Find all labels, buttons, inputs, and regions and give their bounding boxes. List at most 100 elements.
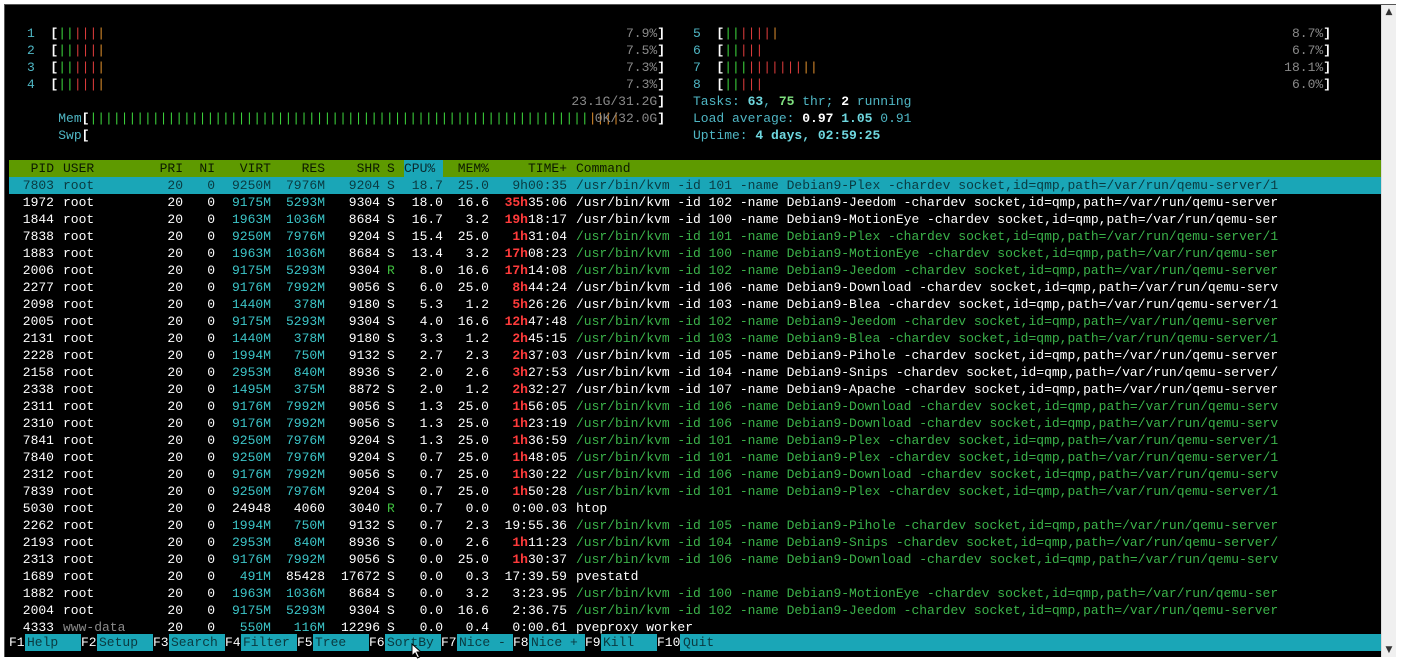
process-row[interactable]: 1689 root 20 0 491M 85428 17672 S 0.0 0.3 17:39.59… [9, 568, 1390, 585]
cell-pri: 20 [167, 348, 183, 363]
fkey-label-setup[interactable]: Setup [99, 634, 138, 651]
cell-time: 9h00:35 [512, 178, 567, 193]
cell-pri: 20 [167, 195, 183, 210]
process-row[interactable]: 1972 root 20 0 9175M 5293M 9304 S 18.0 16.6 35h35:… [9, 194, 1390, 211]
cell-mem: 1.2 [465, 297, 489, 312]
cell-res: 378M [293, 331, 325, 346]
process-row[interactable]: 2006 root 20 0 9175M 5293M 9304 R 8.0 16.6 17h14:0… [9, 262, 1390, 279]
process-row[interactable]: 2193 root 20 0 2953M 840M 8936 S 0.0 2.6 1h11:23/u… [9, 534, 1390, 551]
cell-s: S [387, 280, 395, 295]
process-row[interactable]: 2277 root 20 0 9176M 7992M 9056 S 6.0 25.0 8h44:24… [9, 279, 1390, 296]
cell-virt: 9176M [231, 399, 271, 414]
cell-pri: 20 [167, 246, 183, 261]
fkey-label-nice[interactable]: Nice - [459, 634, 506, 651]
fkey-f10[interactable]: F10 [657, 634, 681, 651]
process-row[interactable]: 1844 root 20 0 1963M 1036M 8684 S 16.7 3.2 19h18:1… [9, 211, 1390, 228]
fkey-f1[interactable]: F1 [9, 634, 25, 651]
cell-mem: 25.0 [457, 280, 489, 295]
process-row[interactable]: 2004 root 20 0 9175M 5293M 9304 S 0.0 16.6 2:36.75… [9, 602, 1390, 619]
cell-mem: 16.6 [457, 195, 489, 210]
col-cpu-sorted[interactable]: CPU% [404, 160, 443, 177]
fkey-f4[interactable]: F4 [225, 634, 241, 651]
htop-terminal[interactable]: 1 [|||||| 7.9%] 2 [|||||| 7.5%] 3 [|||||| 7.3… [4, 4, 1396, 657]
cell-shr: 9180 [348, 331, 380, 346]
process-row[interactable]: 5030 root 20 0 24948 4060 3040 R 0.7 0.0 0:00.03 ht… [9, 500, 1390, 517]
fkey-f3[interactable]: F3 [153, 634, 169, 651]
process-row[interactable]: 7839 root 20 0 9250M 7976M 9204 S 0.7 25.0 1h50:28… [9, 483, 1390, 500]
col-mem[interactable]: MEM% [449, 160, 489, 177]
cell-pri: 20 [167, 314, 183, 329]
col-pri[interactable]: PRI [147, 160, 183, 177]
fkey-label-nice[interactable]: Nice + [531, 634, 578, 651]
fkey-f5[interactable]: F5 [297, 634, 313, 651]
fkey-f8[interactable]: F8 [513, 634, 529, 651]
process-row[interactable]: 7838 root 20 0 9250M 7976M 9204 S 15.4 25.0 1h31:0… [9, 228, 1390, 245]
fkey-label-search[interactable]: Search [171, 634, 218, 651]
cell-pid: 1882 [22, 586, 54, 601]
process-row[interactable]: 7840 root 20 0 9250M 7976M 9204 S 0.7 25.0 1h48:05… [9, 449, 1390, 466]
col-pid[interactable]: PID [19, 160, 54, 177]
process-row[interactable]: 2098 root 20 0 1440M 378M 9180 S 5.3 1.2 5h26:26/u… [9, 296, 1390, 313]
cell-pri: 20 [167, 297, 183, 312]
cell-pri: 20 [167, 331, 183, 346]
cpu-bar-segment: || [58, 26, 74, 41]
cell-ni: 0 [207, 552, 215, 567]
col-command[interactable]: Command [576, 160, 631, 177]
process-row[interactable]: 1882 root 20 0 1963M 1036M 8684 S 0.0 3.2 3:23.95 /… [9, 585, 1390, 602]
cell-pid: 2313 [22, 552, 54, 567]
col-user[interactable]: USER [63, 160, 94, 177]
process-row[interactable]: 1883 root 20 0 1963M 1036M 8684 S 13.4 3.2 17h08:2… [9, 245, 1390, 262]
cell-shr: 9304 [348, 195, 380, 210]
process-row[interactable]: 2005 root 20 0 9175M 5293M 9304 S 4.0 16.6 12h47:4… [9, 313, 1390, 330]
cell-cmd: /usr/bin/kvm -id 103 -name Debian9-Blea … [576, 331, 1279, 346]
col-virt[interactable]: VIRT [223, 160, 271, 177]
scroll-down-arrow-icon[interactable]: ▼ [1384, 645, 1394, 655]
cpu-bar-segment: | [97, 60, 106, 75]
cell-time: 19:55.36 [504, 518, 567, 533]
cell-virt: 1495M [231, 382, 271, 397]
function-key-bar[interactable]: F1 Help F2 Setup F3 Search F4 Filter F5 Tree F6 Sor… [9, 634, 1390, 651]
process-row[interactable]: 2158 root 20 0 2953M 840M 8936 S 2.0 2.6 3h27:53/u… [9, 364, 1390, 381]
fkey-label-kill[interactable]: Kill [603, 634, 634, 651]
cell-cpu: 13.4 [411, 246, 443, 261]
cell-shr: 9204 [348, 450, 380, 465]
fkey-label-tree[interactable]: Tree [315, 634, 346, 651]
col-shr[interactable]: SHR [332, 160, 380, 177]
cell-mem: 25.0 [457, 178, 489, 193]
fkey-f6[interactable]: F6 [369, 634, 385, 651]
cell-cpu: 18.7 [411, 178, 443, 193]
fkey-f7[interactable]: F7 [441, 634, 457, 651]
fkey-f2[interactable]: F2 [81, 634, 97, 651]
fkey-f9[interactable]: F9 [585, 634, 601, 651]
cell-cmd: /usr/bin/kvm -id 106 -name Debian9-Downl… [576, 399, 1279, 414]
cell-pid: 7839 [22, 484, 54, 499]
cell-cmd: pvestatd [576, 569, 639, 584]
process-table-header[interactable]: PID USER PRI NI VIRT RES SHR S CPU% MEM%… [9, 160, 1390, 177]
process-row[interactable]: 7841 root 20 0 9250M 7976M 9204 S 1.3 25.0 1h36:59… [9, 432, 1390, 449]
cell-shr: 17672 [340, 569, 380, 584]
process-row[interactable]: 2312 root 20 0 9176M 7992M 9056 S 0.7 25.0 1h30:22… [9, 466, 1390, 483]
process-row[interactable]: 2262 root 20 0 1994M 750M 9132 S 0.7 2.3 19:55.36 /… [9, 517, 1390, 534]
col-res[interactable]: RES [277, 160, 325, 177]
cpu-bar-segment: || [724, 77, 740, 92]
cell-user: root [63, 586, 95, 601]
vertical-scrollbar[interactable]: ▲ ▼ [1381, 5, 1396, 657]
fkey-label-filter[interactable]: Filter [243, 634, 290, 651]
process-row[interactable]: 2313 root 20 0 9176M 7992M 9056 S 0.0 25.0 1h30:37… [9, 551, 1390, 568]
process-row[interactable]: 2311 root 20 0 9176M 7992M 9056 S 1.3 25.0 1h56:05… [9, 398, 1390, 415]
cell-ni: 0 [207, 416, 215, 431]
process-row[interactable]: 2310 root 20 0 9176M 7992M 9056 S 1.3 25.0 1h23:19… [9, 415, 1390, 432]
col-time[interactable]: TIME+ [489, 160, 567, 177]
fkey-label-help[interactable]: Help [27, 634, 58, 651]
col-ni[interactable]: NI [191, 160, 215, 177]
col-state[interactable]: S [387, 160, 395, 177]
cell-cpu: 2.0 [419, 365, 443, 380]
scroll-up-arrow-icon[interactable]: ▲ [1384, 7, 1394, 17]
process-row[interactable]: 2131 root 20 0 1440M 378M 9180 S 3.3 1.2 2h45:15/u… [9, 330, 1390, 347]
cell-mem: 25.0 [457, 433, 489, 448]
process-row[interactable]: 2228 root 20 0 1994M 750M 9132 S 2.7 2.3 2h37:03/u… [9, 347, 1390, 364]
process-row[interactable]: 2338 root 20 0 1495M 375M 8872 S 2.0 1.2 2h32:27/u… [9, 381, 1390, 398]
cell-virt: 9176M [231, 280, 271, 295]
process-row[interactable]: 7803 root 20 0 9250M 7976M 9204 S 18.7 25.0 9h00:3… [9, 177, 1390, 194]
fkey-label-quit[interactable]: Quit [683, 634, 714, 651]
